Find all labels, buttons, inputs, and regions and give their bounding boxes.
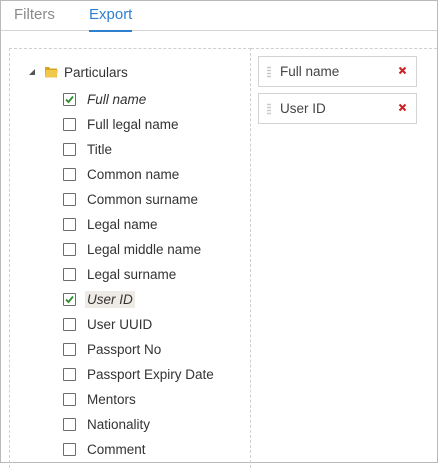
field-item[interactable]: User UUID — [63, 312, 243, 337]
checkbox-checked[interactable] — [63, 293, 76, 306]
field-item[interactable]: Passport Expiry Date — [63, 362, 243, 387]
checkbox[interactable] — [63, 143, 76, 156]
folder-icon — [45, 67, 58, 78]
field-label: Passport No — [87, 342, 162, 357]
drag-handle-icon[interactable] — [267, 103, 271, 115]
field-item[interactable]: Full name — [63, 87, 243, 112]
collapse-triangle-icon[interactable] — [27, 67, 37, 77]
checkbox[interactable] — [63, 193, 76, 206]
checkbox[interactable] — [63, 243, 76, 256]
checkbox[interactable] — [63, 393, 76, 406]
checkbox[interactable] — [63, 443, 76, 456]
tree-node-particulars[interactable]: Particulars — [27, 61, 128, 83]
field-label: Common name — [87, 167, 180, 182]
checkbox[interactable] — [63, 168, 76, 181]
checkbox[interactable] — [63, 368, 76, 381]
checkbox[interactable] — [63, 418, 76, 431]
field-label: Legal middle name — [87, 242, 202, 257]
tab-export[interactable]: Export — [89, 5, 133, 32]
field-label: User ID — [85, 291, 135, 308]
selected-field-list: Full name User ID — [258, 56, 417, 130]
field-item[interactable]: Legal name — [63, 212, 243, 237]
tab-bar: Filters Export — [1, 1, 437, 32]
selected-field-label: User ID — [280, 101, 326, 116]
field-label: Mentors — [87, 392, 136, 407]
tab-filters[interactable]: Filters — [14, 5, 55, 31]
field-item[interactable]: Full legal name — [63, 112, 243, 137]
field-label: Passport Expiry Date — [87, 367, 214, 382]
field-item[interactable]: Legal surname — [63, 262, 243, 287]
checkbox[interactable] — [63, 218, 76, 231]
field-item[interactable]: Comment — [63, 437, 243, 462]
field-item[interactable]: Common name — [63, 162, 243, 187]
field-label: Legal name — [87, 217, 158, 232]
field-item[interactable]: Mentors — [63, 387, 243, 412]
field-label: Full legal name — [87, 117, 179, 132]
field-item[interactable]: Legal middle name — [63, 237, 243, 262]
selected-field-label: Full name — [280, 64, 340, 79]
field-list: Full name Full legal name Title Common name… — [63, 87, 243, 462]
field-label: Comment — [87, 442, 146, 457]
drag-handle-icon[interactable] — [267, 66, 271, 78]
remove-icon[interactable] — [398, 103, 407, 112]
selected-field-item[interactable]: Full name — [258, 56, 417, 87]
field-label: Legal surname — [87, 267, 177, 282]
field-item[interactable]: User ID — [63, 287, 243, 312]
field-label: Common surname — [87, 192, 199, 207]
selected-field-item[interactable]: User ID — [258, 93, 417, 124]
checkbox[interactable] — [63, 318, 76, 331]
checkbox[interactable] — [63, 343, 76, 356]
field-item[interactable]: Passport No — [63, 337, 243, 362]
field-item[interactable]: Nationality — [63, 412, 243, 437]
checkbox[interactable] — [63, 118, 76, 131]
export-dialog: Filters Export Particulars Full name Full… — [0, 0, 438, 468]
field-item[interactable]: Title — [63, 137, 243, 162]
remove-icon[interactable] — [398, 66, 407, 75]
field-label: Nationality — [87, 417, 151, 432]
checkbox-checked[interactable] — [63, 93, 76, 106]
field-label: User UUID — [87, 317, 153, 332]
checkbox[interactable] — [63, 268, 76, 281]
field-item[interactable]: Common surname — [63, 187, 243, 212]
tree-root-label: Particulars — [64, 64, 128, 80]
field-label: Title — [87, 142, 113, 157]
field-label: Full name — [87, 92, 147, 107]
